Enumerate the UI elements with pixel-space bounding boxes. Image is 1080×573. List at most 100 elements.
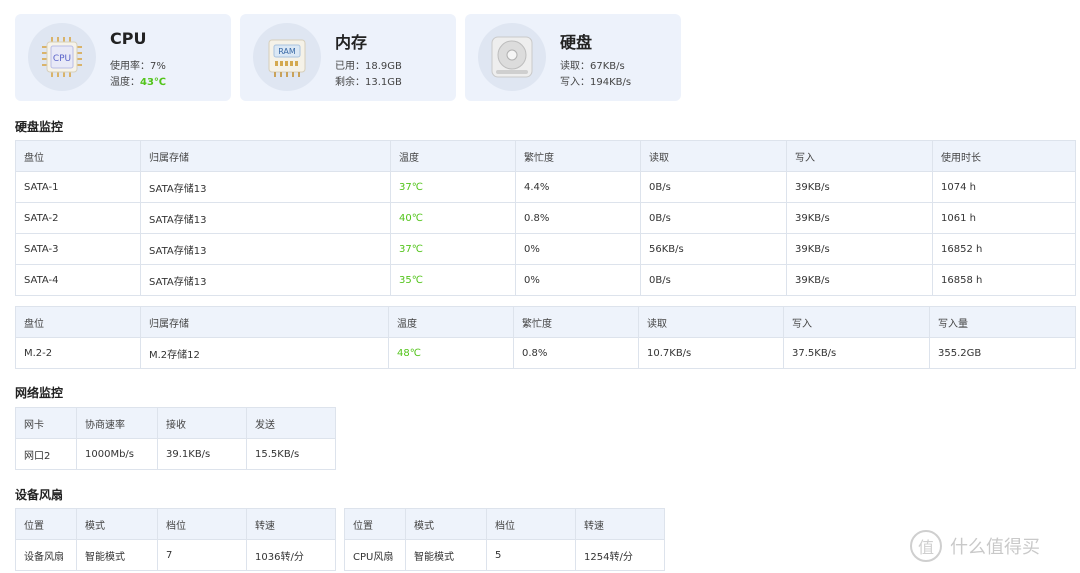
table-cell: 16852 h [932, 233, 1076, 265]
table-cell: 39KB/s [786, 233, 933, 265]
device-fan-table: 位置 模式 档位 转速 设备风扇 智能模式 7 1036转/分 [15, 508, 336, 571]
table-cell: 智能模式 [76, 539, 158, 571]
table-cell: 0% [515, 264, 641, 296]
table-cell: 1254转/分 [575, 539, 665, 571]
temperature-cell: 37℃ [390, 171, 516, 203]
memory-title: 内存 [335, 33, 368, 52]
table-cell: 0B/s [640, 202, 787, 234]
table-cell: 0% [515, 233, 641, 265]
header-cell: 使用时长 [932, 140, 1076, 172]
table-cell: 0B/s [640, 264, 787, 296]
temperature-cell: 40℃ [390, 202, 516, 234]
status-cards: CPU CPU 使用率：7% 温度：43℃ RAM 内存 已用：18.9GB 剩… [15, 14, 681, 101]
table-header-row: 网卡 协商速率 接收 发送 [15, 407, 336, 439]
header-cell: 写入 [783, 306, 930, 338]
table-cell: SATA存储13 [140, 171, 391, 203]
header-cell: 档位 [157, 508, 247, 540]
table-cell: CPU风扇 [344, 539, 406, 571]
table-cell: 4.4% [515, 171, 641, 203]
network-table: 网卡 协商速率 接收 发送 网口2 1000Mb/s 39.1KB/s 15.5… [15, 407, 336, 470]
table-cell: SATA-2 [15, 202, 141, 234]
table-header-row: 位置 模式 档位 转速 [344, 508, 665, 540]
table-cell: 设备风扇 [15, 539, 77, 571]
cpu-icon: CPU [28, 23, 96, 91]
svg-text:RAM: RAM [278, 47, 296, 56]
table-cell: 39KB/s [786, 202, 933, 234]
table-cell: 37.5KB/s [783, 337, 930, 369]
watermark: 值 什么值得买 [910, 530, 1040, 562]
table-cell: SATA存储13 [140, 264, 391, 296]
table-cell: 56KB/s [640, 233, 787, 265]
disk-read: 读取：67KB/s [560, 61, 625, 72]
table-header-row: 盘位 归属存储 温度 繁忙度 读取 写入 写入量 [15, 306, 1076, 338]
network-monitor-title: 网络监控 [15, 386, 64, 400]
table-cell: 网口2 [15, 438, 77, 470]
table-cell: 智能模式 [405, 539, 487, 571]
table-cell: 1000Mb/s [76, 438, 158, 470]
table-cell: 1036转/分 [246, 539, 336, 571]
table-cell: M.2-2 [15, 337, 141, 369]
sata-table: 盘位 归属存储 温度 繁忙度 读取 写入 使用时长 SATA-1 SATA存储1… [15, 140, 1076, 296]
table-cell: 10.7KB/s [638, 337, 784, 369]
cpu-fan-table: 位置 模式 档位 转速 CPU风扇 智能模式 5 1254转/分 [344, 508, 665, 571]
table-row: SATA-2 SATA存储13 40℃ 0.8% 0B/s 39KB/s 106… [15, 202, 1076, 234]
header-cell: 写入 [786, 140, 933, 172]
header-cell: 温度 [388, 306, 514, 338]
header-cell: 盘位 [15, 306, 141, 338]
table-cell: 39.1KB/s [157, 438, 247, 470]
temperature-cell: 37℃ [390, 233, 516, 265]
header-cell: 盘位 [15, 140, 141, 172]
header-cell: 模式 [76, 508, 158, 540]
table-row: CPU风扇 智能模式 5 1254转/分 [344, 539, 665, 571]
svg-text:CPU: CPU [53, 54, 71, 64]
table-cell: 16858 h [932, 264, 1076, 296]
table-row: SATA-1 SATA存储13 37℃ 4.4% 0B/s 39KB/s 107… [15, 171, 1076, 203]
cpu-card: CPU CPU 使用率：7% 温度：43℃ [15, 14, 231, 101]
table-cell: 7 [157, 539, 247, 571]
table-cell: 5 [486, 539, 576, 571]
table-row: SATA-4 SATA存储13 35℃ 0% 0B/s 39KB/s 16858… [15, 264, 1076, 296]
header-cell: 位置 [15, 508, 77, 540]
table-cell: 39KB/s [786, 264, 933, 296]
disk-write: 写入：194KB/s [560, 77, 632, 88]
temperature-cell: 35℃ [390, 264, 516, 296]
table-cell: 0B/s [640, 171, 787, 203]
header-cell: 网卡 [15, 407, 77, 439]
ram-icon: RAM [253, 23, 321, 91]
table-cell: 0.8% [513, 337, 639, 369]
table-cell: SATA存储13 [140, 202, 391, 234]
m2-table: 盘位 归属存储 温度 繁忙度 读取 写入 写入量 M.2-2 M.2存储12 4… [15, 306, 1076, 369]
header-cell: 位置 [344, 508, 406, 540]
table-row: M.2-2 M.2存储12 48℃ 0.8% 10.7KB/s 37.5KB/s… [15, 337, 1076, 369]
cpu-title: CPU [110, 29, 147, 48]
header-cell: 发送 [246, 407, 336, 439]
table-cell: 355.2GB [929, 337, 1076, 369]
table-cell: 1074 h [932, 171, 1076, 203]
temperature-cell: 48℃ [388, 337, 514, 369]
table-cell: M.2存储12 [140, 337, 389, 369]
table-cell: 39KB/s [786, 171, 933, 203]
table-cell: 1061 h [932, 202, 1076, 234]
header-cell: 读取 [640, 140, 787, 172]
header-cell: 归属存储 [140, 140, 391, 172]
table-cell: SATA-3 [15, 233, 141, 265]
table-row: 网口2 1000Mb/s 39.1KB/s 15.5KB/s [15, 438, 336, 470]
table-cell: 15.5KB/s [246, 438, 336, 470]
table-row: SATA-3 SATA存储13 37℃ 0% 56KB/s 39KB/s 168… [15, 233, 1076, 265]
hard-disk-icon [478, 23, 546, 91]
header-cell: 读取 [638, 306, 784, 338]
header-cell: 协商速率 [76, 407, 158, 439]
watermark-logo-icon: 值 [910, 530, 942, 562]
header-cell: 转速 [575, 508, 665, 540]
disk-title: 硬盘 [560, 33, 593, 52]
memory-free: 剩余：13.1GB [335, 77, 402, 88]
disk-monitor-title: 硬盘监控 [15, 120, 64, 134]
cpu-temp: 温度：43℃ [110, 77, 167, 88]
header-cell: 写入量 [929, 306, 1076, 338]
header-cell: 繁忙度 [513, 306, 639, 338]
header-cell: 接收 [157, 407, 247, 439]
table-cell: SATA-1 [15, 171, 141, 203]
table-cell: SATA-4 [15, 264, 141, 296]
header-cell: 繁忙度 [515, 140, 641, 172]
header-cell: 归属存储 [140, 306, 389, 338]
